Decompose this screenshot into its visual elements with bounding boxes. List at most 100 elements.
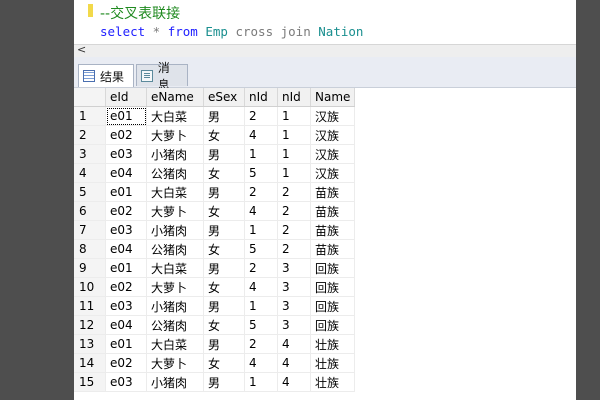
column-header-nid-2[interactable]: nId xyxy=(277,88,311,107)
row-number[interactable]: 9 xyxy=(74,258,106,278)
cell-nid-2[interactable]: 3 xyxy=(277,258,311,278)
cell-name[interactable]: 回族 xyxy=(310,258,356,278)
cell-ename[interactable]: 大白菜 xyxy=(146,106,204,126)
cell-eid[interactable]: e01 xyxy=(105,334,147,354)
row-number[interactable]: 5 xyxy=(74,182,106,202)
cell-ename[interactable]: 大萝卜 xyxy=(146,201,204,221)
cell-name[interactable]: 壮族 xyxy=(310,353,356,373)
row-number[interactable]: 14 xyxy=(74,353,106,373)
cell-nid-2[interactable]: 4 xyxy=(277,353,311,373)
column-header-esex[interactable]: eSex xyxy=(203,88,245,107)
cell-name[interactable]: 汉族 xyxy=(310,144,356,164)
cell-name[interactable]: 苗族 xyxy=(310,201,356,221)
cell-eid[interactable]: e02 xyxy=(105,277,147,297)
cell-eid[interactable]: e04 xyxy=(105,239,147,259)
cell-esex[interactable]: 女 xyxy=(203,125,245,145)
row-number[interactable]: 15 xyxy=(74,372,106,392)
cell-eid[interactable]: e01 xyxy=(105,106,147,126)
cell-name[interactable]: 汉族 xyxy=(310,106,356,126)
cell-ename[interactable]: 小猪肉 xyxy=(146,220,204,240)
cell-nid-1[interactable]: 1 xyxy=(244,372,278,392)
cell-nid-1[interactable]: 4 xyxy=(244,353,278,373)
cell-esex[interactable]: 女 xyxy=(203,277,245,297)
cell-name[interactable]: 汉族 xyxy=(310,163,356,183)
cell-ename[interactable]: 大白菜 xyxy=(146,334,204,354)
cell-eid[interactable]: e03 xyxy=(105,144,147,164)
cell-name[interactable]: 回族 xyxy=(310,315,356,335)
table-row[interactable]: 10 e02 大萝卜女 4 3 回族 xyxy=(74,277,356,297)
cell-nid-1[interactable]: 5 xyxy=(244,239,278,259)
cell-nid-1[interactable]: 1 xyxy=(244,144,278,164)
cell-eid[interactable]: e04 xyxy=(105,315,147,335)
column-header-ename[interactable]: eName xyxy=(146,88,204,107)
cell-nid-1[interactable]: 4 xyxy=(244,201,278,221)
query-editor[interactable]: --交叉表联接 select * from Emp cross join Nat… xyxy=(74,0,576,44)
cell-eid[interactable]: e02 xyxy=(105,201,147,221)
cell-ename[interactable]: 小猪肉 xyxy=(146,372,204,392)
table-row[interactable]: 11 e03 小猪肉男 1 3 回族 xyxy=(74,296,356,316)
cell-ename[interactable]: 大白菜 xyxy=(146,258,204,278)
row-number[interactable]: 10 xyxy=(74,277,106,297)
table-row[interactable]: 15 e03 小猪肉男 1 4 壮族 xyxy=(74,372,356,392)
table-row[interactable]: 12 e04 公猪肉女 5 3 回族 xyxy=(74,315,356,335)
table-row[interactable]: 13 e01 大白菜男 2 4 壮族 xyxy=(74,334,356,354)
cell-name[interactable]: 回族 xyxy=(310,277,356,297)
cell-esex[interactable]: 男 xyxy=(203,296,245,316)
row-number[interactable]: 1 xyxy=(74,106,106,126)
cell-eid[interactable]: e02 xyxy=(105,125,147,145)
cell-esex[interactable]: 男 xyxy=(203,334,245,354)
cell-nid-2[interactable]: 3 xyxy=(277,315,311,335)
cell-name[interactable]: 苗族 xyxy=(310,182,356,202)
cell-esex[interactable]: 男 xyxy=(203,106,245,126)
cell-nid-2[interactable]: 2 xyxy=(277,182,311,202)
table-row[interactable]: 2 e02 大萝卜女 4 1 汉族 xyxy=(74,125,356,145)
table-row[interactable]: 3 e03 小猪肉男 1 1 汉族 xyxy=(74,144,356,164)
cell-nid-1[interactable]: 5 xyxy=(244,315,278,335)
cell-nid-1[interactable]: 2 xyxy=(244,182,278,202)
cell-nid-2[interactable]: 3 xyxy=(277,296,311,316)
cell-esex[interactable]: 男 xyxy=(203,144,245,164)
cell-name[interactable]: 汉族 xyxy=(310,125,356,145)
horizontal-scrollbar[interactable]: < xyxy=(74,43,576,58)
column-header-name[interactable]: Name xyxy=(310,88,356,107)
cell-ename[interactable]: 大白菜 xyxy=(146,182,204,202)
cell-nid-2[interactable]: 4 xyxy=(277,334,311,354)
cell-ename[interactable]: 大萝卜 xyxy=(146,353,204,373)
cell-nid-1[interactable]: 2 xyxy=(244,106,278,126)
cell-eid[interactable]: e01 xyxy=(105,182,147,202)
scroll-left-arrow-icon[interactable]: < xyxy=(77,43,86,56)
cell-nid-2[interactable]: 2 xyxy=(277,201,311,221)
cell-nid-2[interactable]: 4 xyxy=(277,372,311,392)
cell-nid-2[interactable]: 1 xyxy=(277,163,311,183)
row-number[interactable]: 8 xyxy=(74,239,106,259)
cell-eid[interactable]: e03 xyxy=(105,220,147,240)
cell-nid-2[interactable]: 1 xyxy=(277,144,311,164)
tab-results[interactable]: 结果 xyxy=(78,64,134,87)
corner-cell[interactable] xyxy=(74,88,106,107)
cell-nid-2[interactable]: 1 xyxy=(277,106,311,126)
cell-nid-1[interactable]: 4 xyxy=(244,277,278,297)
cell-ename[interactable]: 公猪肉 xyxy=(146,315,204,335)
cell-nid-2[interactable]: 3 xyxy=(277,277,311,297)
table-row[interactable]: 7 e03 小猪肉男 1 2 苗族 xyxy=(74,220,356,240)
cell-nid-1[interactable]: 5 xyxy=(244,163,278,183)
cell-esex[interactable]: 男 xyxy=(203,220,245,240)
tab-messages[interactable]: 消息 xyxy=(136,61,188,92)
column-header-nid-1[interactable]: nId xyxy=(244,88,278,107)
cell-ename[interactable]: 小猪肉 xyxy=(146,144,204,164)
cell-eid[interactable]: e01 xyxy=(105,258,147,278)
row-number[interactable]: 6 xyxy=(74,201,106,221)
cell-eid[interactable]: e04 xyxy=(105,163,147,183)
cell-name[interactable]: 回族 xyxy=(310,296,356,316)
cell-name[interactable]: 壮族 xyxy=(310,372,356,392)
cell-name[interactable]: 壮族 xyxy=(310,334,356,354)
cell-ename[interactable]: 大萝卜 xyxy=(146,125,204,145)
cell-name[interactable]: 苗族 xyxy=(310,239,356,259)
cell-esex[interactable]: 女 xyxy=(203,353,245,373)
results-grid[interactable]: eId eName eSex nId nId Name 1 e01 大白菜男 2 1 汉族… xyxy=(74,88,576,400)
cell-esex[interactable]: 男 xyxy=(203,182,245,202)
cell-nid-1[interactable]: 1 xyxy=(244,220,278,240)
cell-eid[interactable]: e03 xyxy=(105,372,147,392)
table-row[interactable]: 5 e01 大白菜男 2 2 苗族 xyxy=(74,182,356,202)
cell-name[interactable]: 苗族 xyxy=(310,220,356,240)
